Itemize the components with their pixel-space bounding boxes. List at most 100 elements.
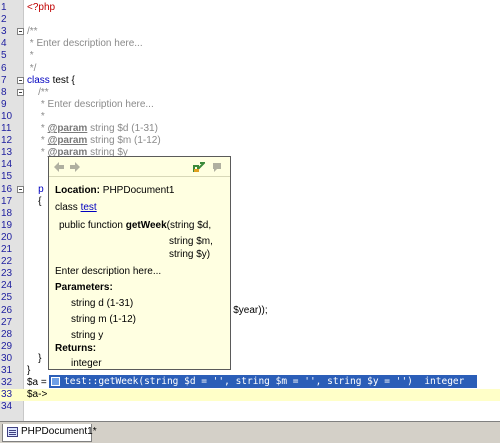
parameter-item: string y xyxy=(71,330,104,341)
code-line[interactable]: 33 $a-> xyxy=(0,389,500,402)
fold-toggle-icon[interactable] xyxy=(17,28,24,36)
code-text: { xyxy=(27,196,41,208)
code-line[interactable]: 5 * xyxy=(0,50,500,62)
line-number: 17 xyxy=(1,195,13,207)
signature-param-1: (string $d, xyxy=(166,220,212,231)
code-text: } xyxy=(27,365,30,377)
parameter-item: string m (1-12) xyxy=(71,314,137,325)
line-number: 30 xyxy=(1,352,13,364)
line-number: 26 xyxy=(1,304,13,316)
method-icon xyxy=(51,377,60,386)
line-number: 14 xyxy=(1,159,13,171)
returns-value: integer xyxy=(71,358,102,369)
line-number: 4 xyxy=(1,38,7,50)
line-number: 15 xyxy=(1,171,13,183)
completion-list-item[interactable]: test::getWeek(string $d = '', string $m … xyxy=(49,375,477,388)
line-number: 21 xyxy=(1,244,13,255)
code-text: /** xyxy=(27,87,49,99)
code-line[interactable]: 9 * Enter description here... xyxy=(0,99,500,111)
code-token: { xyxy=(27,195,42,207)
code-token: /** xyxy=(27,86,49,98)
code-text: $a-> xyxy=(27,389,47,401)
code-text: * xyxy=(27,50,34,62)
code-line[interactable]: 1 <?php xyxy=(0,2,500,14)
method-description: Enter description here... xyxy=(55,266,162,277)
line-number: 20 xyxy=(1,231,13,243)
document-tab-bar: PHPDocument1* xyxy=(0,421,500,443)
code-line[interactable]: 11 * @param string $d (1-31) xyxy=(0,123,500,135)
line-number: 18 xyxy=(1,207,13,219)
documentation-popup: Location: PHPDocument1 class test public… xyxy=(48,156,231,370)
code-token: * xyxy=(27,147,48,159)
line-number: 33 xyxy=(1,389,13,401)
line-number: 23 xyxy=(1,268,13,280)
line-number: 19 xyxy=(1,219,13,231)
fold-toggle-icon[interactable] xyxy=(17,88,24,96)
code-line[interactable]: 7 class test { xyxy=(0,75,500,87)
line-number: 16 xyxy=(1,183,13,195)
code-text: class test { xyxy=(27,75,75,87)
code-token: class xyxy=(27,74,50,86)
line-number: 6 xyxy=(1,62,7,74)
code-text: * Enter description here... xyxy=(27,99,154,111)
code-token: @param xyxy=(47,123,88,134)
line-number: 11 xyxy=(1,123,12,134)
code-line[interactable]: 8 /** xyxy=(0,87,500,99)
line-number: 24 xyxy=(1,280,13,292)
line-number: 7 xyxy=(1,74,7,86)
code-line[interactable]: 12 * @param string $m (1-12) xyxy=(0,135,500,147)
code-token: /** xyxy=(27,26,38,38)
code-line[interactable]: 10 * xyxy=(0,111,500,123)
code-token: string $d (1-31) xyxy=(87,123,158,134)
code-text: */ xyxy=(27,63,37,75)
signature-prefix: public function xyxy=(59,220,123,231)
code-text: /** xyxy=(27,26,38,38)
help-bubble-icon[interactable] xyxy=(211,161,223,173)
class-link[interactable]: test xyxy=(81,202,97,213)
code-text: * xyxy=(27,111,45,123)
code-text: $a = xyxy=(27,377,50,389)
code-text: * @param string $m (1-12) xyxy=(27,135,161,147)
completion-text: test::getWeek(string $d = '', string $m … xyxy=(64,376,465,387)
line-number: 22 xyxy=(1,256,13,268)
fold-toggle-icon[interactable] xyxy=(17,185,24,193)
fold-toggle-icon[interactable] xyxy=(17,76,24,84)
code-token: * xyxy=(27,123,48,134)
line-number: 5 xyxy=(1,50,7,62)
line-number: 32 xyxy=(1,377,13,389)
signature-param-2: string $m, xyxy=(169,236,213,247)
line-number: 29 xyxy=(1,340,13,352)
back-arrow-icon[interactable] xyxy=(53,161,65,173)
code-editor[interactable]: 1 <?php 2 3/** 4 * Enter description here...… xyxy=(0,0,500,421)
code-token: * Enter description here... xyxy=(27,98,154,110)
code-text: } xyxy=(27,353,41,365)
code-token: * xyxy=(27,135,48,147)
code-token: @param xyxy=(47,135,88,147)
code-token: } xyxy=(27,352,42,364)
code-line[interactable]: 2 xyxy=(0,14,500,26)
location-label: Location: xyxy=(55,185,100,196)
line-number: 28 xyxy=(1,328,13,340)
line-number: 12 xyxy=(1,135,13,147)
line-number: 27 xyxy=(1,316,13,328)
parameter-item: string d (1-31) xyxy=(71,298,134,309)
code-token: * Enter description here... xyxy=(27,38,143,50)
code-line[interactable]: 34 xyxy=(0,401,500,413)
code-line[interactable]: 3 /** xyxy=(0,26,500,38)
code-token: <?php xyxy=(27,2,56,13)
returns-heading: Returns: xyxy=(55,343,97,354)
code-token: * xyxy=(27,110,45,122)
goto-source-icon[interactable] xyxy=(193,161,205,173)
code-token: , $year)); xyxy=(227,304,268,316)
popup-toolbar xyxy=(49,157,230,177)
code-line[interactable]: 4 * Enter description here... xyxy=(0,38,500,50)
code-token: $a = xyxy=(27,377,50,389)
code-token: test { xyxy=(49,74,75,86)
line-number: 13 xyxy=(1,147,13,159)
parameters-heading: Parameters: xyxy=(55,282,113,293)
tab-phpdocument1[interactable]: PHPDocument1* xyxy=(2,424,97,442)
forward-arrow-icon[interactable] xyxy=(69,161,81,173)
line-number: 1 xyxy=(1,2,7,13)
code-line[interactable]: 6 */ xyxy=(0,63,500,75)
signature-param-3: string $y) xyxy=(169,249,211,260)
